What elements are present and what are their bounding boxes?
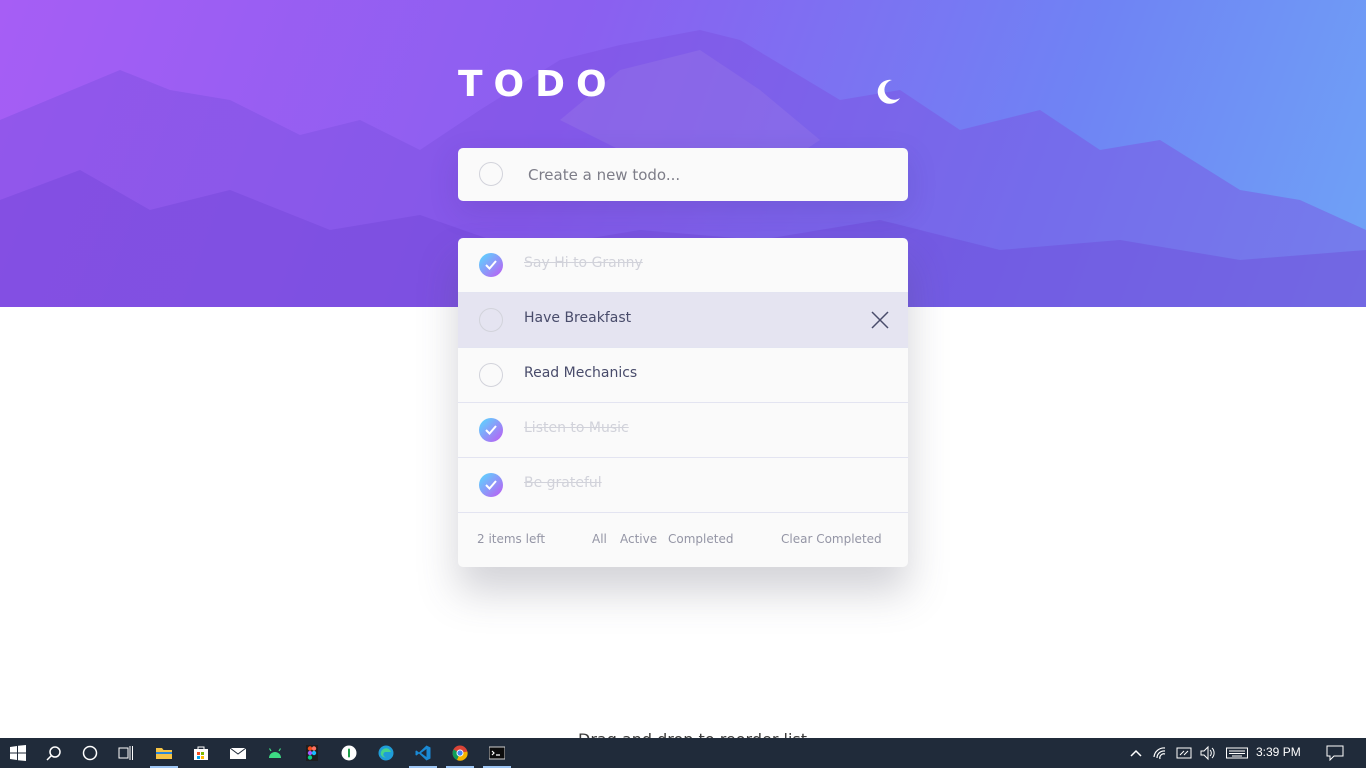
todo-check[interactable] <box>479 308 503 332</box>
todo-check-completed[interactable] <box>479 253 503 277</box>
todo-check[interactable] <box>479 363 503 387</box>
filter-completed-button[interactable]: Completed <box>668 532 733 546</box>
todo-check-completed[interactable] <box>479 473 503 497</box>
todo-text: Be grateful <box>524 475 602 491</box>
windows-start-button[interactable] <box>0 738 36 768</box>
new-todo-form <box>458 148 908 201</box>
check-icon <box>485 480 497 490</box>
taskbar-file-explorer[interactable] <box>146 738 182 768</box>
todo-item[interactable]: Read Mechanics <box>458 348 908 403</box>
todo-check-completed[interactable] <box>479 418 503 442</box>
todo-text: Listen to Music <box>524 420 629 436</box>
todo-text: Read Mechanics <box>524 365 638 381</box>
terminal-icon <box>489 746 505 760</box>
mail-icon <box>230 747 246 759</box>
todo-text: Say Hi to Granny <box>524 255 643 271</box>
todo-footer: 2 items left All Active Completed Clear … <box>458 513 908 567</box>
taskbar-store[interactable] <box>183 738 219 768</box>
windows-start-icon <box>10 745 26 761</box>
action-center-button[interactable] <box>1316 738 1352 768</box>
figma-icon <box>306 745 318 761</box>
vscode-icon <box>415 745 431 761</box>
taskbar-chrome[interactable] <box>442 738 478 768</box>
theme-toggle-button[interactable] <box>872 76 904 108</box>
delete-todo-button[interactable] <box>871 311 889 329</box>
app-icon <box>341 745 357 761</box>
clear-completed-button[interactable]: Clear Completed <box>781 532 882 546</box>
tray-keyboard[interactable] <box>1216 738 1252 768</box>
todo-item[interactable]: Be grateful <box>458 458 908 513</box>
todo-item[interactable]: Have Breakfast <box>458 293 908 348</box>
todo-text: Have Breakfast <box>524 310 632 326</box>
taskbar-terminal[interactable] <box>479 738 515 768</box>
search-icon <box>46 746 61 761</box>
taskbar-android-studio[interactable] <box>257 738 293 768</box>
taskbar-edge[interactable] <box>368 738 404 768</box>
check-icon <box>485 260 497 270</box>
file-explorer-icon <box>156 748 172 759</box>
taskbar-search-button[interactable] <box>36 738 72 768</box>
taskbar-figma[interactable] <box>294 738 330 768</box>
taskbar-clock[interactable]: 3:39 PM <box>1256 745 1301 759</box>
check-icon <box>485 425 497 435</box>
store-icon <box>194 746 208 760</box>
close-icon <box>871 311 889 329</box>
cortana-icon <box>82 745 98 761</box>
notification-icon <box>1326 745 1344 761</box>
task-view-button[interactable] <box>108 738 144 768</box>
todo-list: Say Hi to Granny Have Breakfast Read Mec… <box>458 238 908 567</box>
volume-icon <box>1200 745 1215 761</box>
moon-icon <box>877 79 900 104</box>
filter-active-button[interactable]: Active <box>620 532 657 546</box>
items-left-count: 2 items left <box>477 532 546 546</box>
taskbar-vscode[interactable] <box>405 738 441 768</box>
edge-icon <box>378 745 394 761</box>
todo-item[interactable]: Listen to Music <box>458 403 908 458</box>
android-studio-icon <box>268 748 282 758</box>
chevron-up-icon <box>1130 749 1142 757</box>
app-title: TODO <box>458 64 618 105</box>
cortana-button[interactable] <box>72 738 108 768</box>
keyboard-icon <box>1226 747 1248 759</box>
todo-item[interactable]: Say Hi to Granny <box>458 238 908 293</box>
new-todo-input[interactable] <box>526 162 890 188</box>
new-todo-check-circle[interactable] <box>479 162 503 186</box>
chrome-icon <box>452 745 468 761</box>
windows-taskbar: 3:39 PM <box>0 738 1366 768</box>
taskbar-mail[interactable] <box>220 738 256 768</box>
task-view-icon <box>118 746 133 760</box>
filter-all-button[interactable]: All <box>592 532 607 546</box>
taskbar-app[interactable] <box>331 738 367 768</box>
